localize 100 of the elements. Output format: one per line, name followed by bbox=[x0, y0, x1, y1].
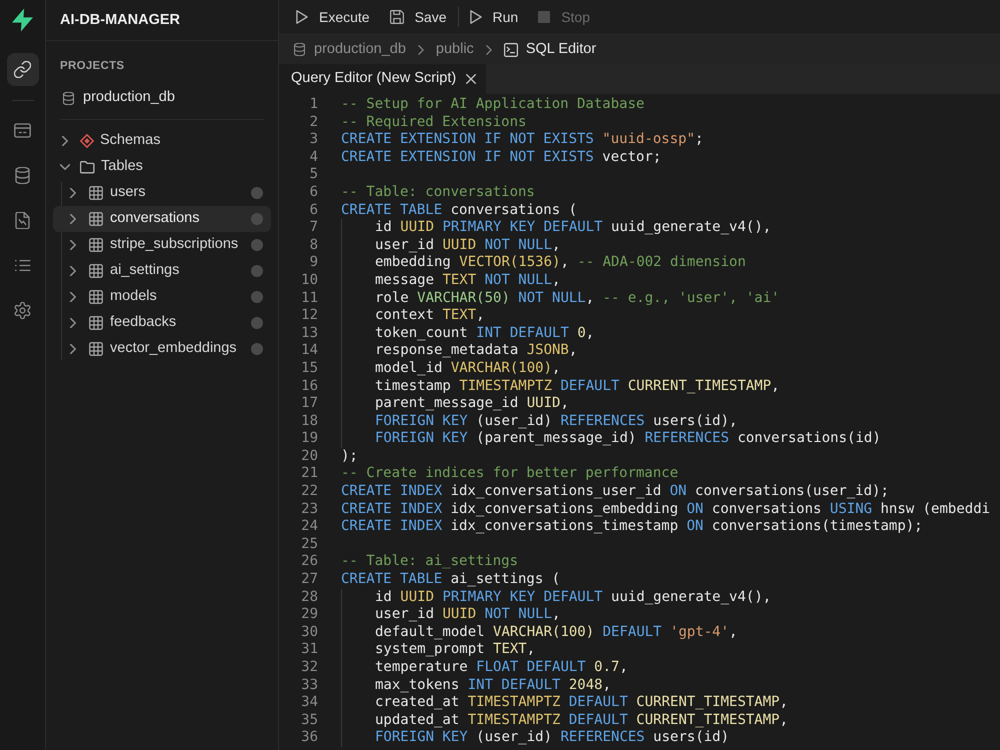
line-number: 22 bbox=[300, 483, 318, 501]
code-line: -- Setup for AI Application Database bbox=[341, 96, 644, 114]
toolbar-button[interactable]: Save bbox=[384, 3, 453, 31]
code-line: CREATE INDEX idx_conversations_user_id ON conversations(user_id); bbox=[341, 483, 889, 501]
line-number: 20 bbox=[300, 448, 318, 466]
close-icon[interactable] bbox=[466, 74, 476, 84]
line-number: 31 bbox=[300, 641, 318, 659]
code-line: -- Create indices for better performance bbox=[341, 465, 678, 484]
chevron-right-icon bbox=[418, 44, 424, 54]
tree-item[interactable]: stripe_subscriptions bbox=[53, 232, 271, 258]
line-number: 25 bbox=[300, 536, 318, 554]
chevron-right-icon[interactable] bbox=[68, 266, 78, 276]
grid-icon bbox=[89, 186, 103, 200]
line-number: 34 bbox=[300, 694, 318, 712]
code-line: timestamp TIMESTAMPTZ DEFAULT CURRENT_TIMESTAMP, bbox=[375, 378, 780, 396]
chevron-right-icon[interactable] bbox=[68, 214, 78, 224]
tree-item[interactable]: conversations bbox=[53, 206, 271, 232]
chevron-right-icon[interactable] bbox=[68, 292, 78, 302]
line-number: 29 bbox=[300, 606, 318, 624]
line-number: 28 bbox=[300, 588, 318, 606]
status-dot-icon bbox=[251, 187, 263, 199]
nav-button[interactable] bbox=[6, 53, 38, 86]
code-line: CREATE EXTENSION IF NOT EXISTS vector; bbox=[341, 148, 662, 166]
code-line: context TEXT, bbox=[375, 307, 485, 325]
line-number: 11 bbox=[300, 290, 318, 308]
chevron-down-icon[interactable] bbox=[60, 162, 70, 172]
tree-item[interactable]: vector_embeddings bbox=[53, 336, 271, 362]
line-number: 7 bbox=[308, 219, 318, 237]
status-dot-icon bbox=[251, 343, 263, 355]
code-line: -- Required Extensions bbox=[341, 114, 526, 132]
code-line: FOREIGN KEY (user_id) REFERENCES users(id) bbox=[375, 729, 730, 747]
code-line: user_id UUID NOT NULL, bbox=[375, 236, 560, 254]
line-number: 16 bbox=[300, 378, 318, 396]
settings-icon bbox=[14, 302, 31, 319]
tree-item[interactable]: Schemas bbox=[53, 128, 271, 154]
line-number: 36 bbox=[300, 729, 318, 747]
line-number: 33 bbox=[300, 676, 318, 694]
chevron-right-icon[interactable] bbox=[68, 344, 78, 354]
grid-icon bbox=[89, 238, 103, 252]
code-line: CREATE INDEX idx_conversations_embedding ON conversations USING hnsw (embeddi bbox=[341, 500, 990, 518]
line-number: 30 bbox=[300, 624, 318, 642]
code-line: default_model VARCHAR(100) DEFAULT 'gpt-4', bbox=[375, 624, 738, 642]
tree-item[interactable]: models bbox=[53, 284, 271, 310]
diamond-icon bbox=[80, 134, 94, 148]
code-line: CREATE EXTENSION IF NOT EXISTS "uuid-ossp"; bbox=[341, 131, 704, 149]
chevron-right-icon[interactable] bbox=[68, 188, 78, 198]
code-line: -- Table: ai_settings bbox=[341, 553, 518, 572]
chevron-right-icon[interactable] bbox=[68, 318, 78, 328]
code-line: updated_at TIMESTAMPTZ DEFAULT CURRENT_TIMESTAMP, bbox=[375, 712, 788, 730]
line-number: 8 bbox=[308, 236, 318, 254]
database-icon bbox=[293, 43, 306, 56]
project-item[interactable]: production_db bbox=[53, 85, 271, 111]
code-line: embedding VECTOR(1536), -- ADA-002 dimension bbox=[375, 254, 746, 272]
chevron-right-icon[interactable] bbox=[60, 136, 70, 146]
line-number: 12 bbox=[300, 307, 318, 325]
code-line: FOREIGN KEY (parent_message_id) REFERENCES conversations(id) bbox=[375, 430, 881, 448]
grid-icon bbox=[89, 342, 103, 356]
line-number: 32 bbox=[300, 659, 318, 677]
tree-item[interactable]: ai_settings bbox=[53, 258, 271, 284]
line-number: 5 bbox=[308, 166, 318, 184]
line-number: 6 bbox=[308, 184, 318, 202]
status-dot-icon bbox=[251, 317, 263, 329]
line-number: 15 bbox=[300, 360, 318, 378]
breadcrumb-link[interactable]: SQL Editor bbox=[504, 38, 596, 60]
code-line: response_metadata JSONB, bbox=[375, 342, 578, 360]
status-dot-icon bbox=[251, 213, 263, 225]
code-line: -- Table: conversations bbox=[341, 184, 535, 202]
chevron-right-icon[interactable] bbox=[68, 240, 78, 250]
code-line: message TEXT NOT NULL, bbox=[375, 272, 560, 290]
line-number: 17 bbox=[300, 395, 318, 413]
code-line: CREATE INDEX idx_conversations_timestamp ON conversations(timestamp); bbox=[341, 518, 923, 536]
code-line: system_prompt TEXT, bbox=[375, 641, 536, 659]
line-number: 35 bbox=[300, 712, 318, 730]
toolbar-button[interactable]: Run bbox=[464, 3, 524, 31]
code-line: user_id UUID NOT NULL, bbox=[375, 606, 560, 624]
editor-tab[interactable]: Query Editor (New Script) bbox=[279, 64, 486, 94]
status-dot-icon bbox=[251, 265, 263, 277]
toolbar-button[interactable]: Execute bbox=[290, 3, 376, 31]
line-number: 3 bbox=[308, 131, 318, 149]
grid-icon bbox=[89, 290, 103, 304]
grid-icon bbox=[89, 264, 103, 278]
code-line: ); bbox=[341, 448, 358, 466]
status-dot-icon bbox=[251, 239, 263, 251]
code-line: temperature FLOAT DEFAULT 0.7, bbox=[375, 659, 628, 677]
grid-icon bbox=[89, 316, 103, 330]
line-number: 27 bbox=[300, 571, 318, 589]
line-number: 2 bbox=[308, 114, 318, 132]
tree-item[interactable]: users bbox=[53, 180, 271, 206]
breadcrumb-link[interactable]: production_db bbox=[293, 38, 406, 60]
tree-item[interactable]: Tables bbox=[53, 154, 271, 180]
breadcrumb-link[interactable]: public bbox=[436, 38, 474, 60]
line-number: 14 bbox=[300, 342, 318, 360]
folder-icon bbox=[80, 160, 95, 174]
terminal-icon bbox=[504, 42, 518, 56]
code-line: created_at TIMESTAMPTZ DEFAULT CURRENT_TIMESTAMP, bbox=[375, 694, 788, 712]
code-line: id UUID PRIMARY KEY DEFAULT uuid_generate_v4(), bbox=[375, 219, 772, 237]
tree-item[interactable]: feedbacks bbox=[53, 310, 271, 336]
line-number: 26 bbox=[300, 553, 318, 572]
line-number: 13 bbox=[300, 324, 318, 342]
code-line: id UUID PRIMARY KEY DEFAULT uuid_generate_v4(), bbox=[375, 588, 772, 606]
